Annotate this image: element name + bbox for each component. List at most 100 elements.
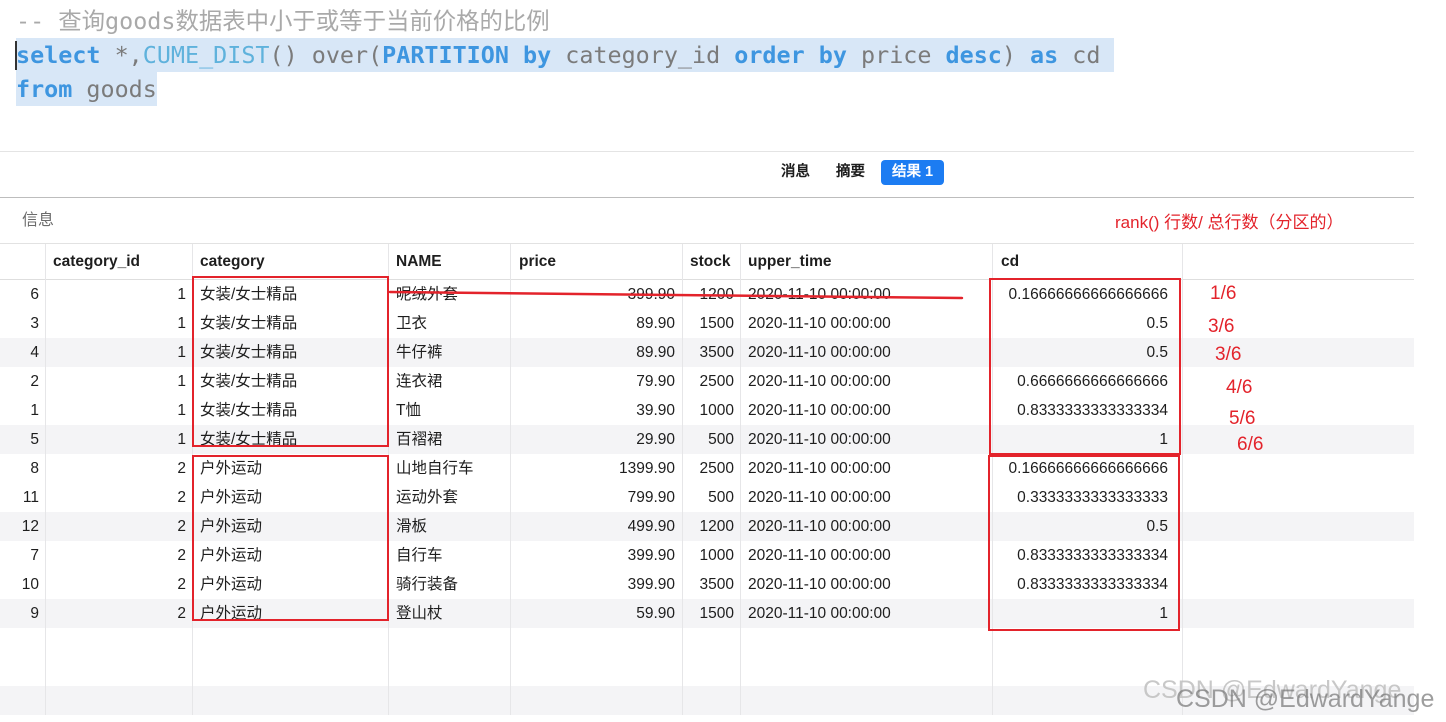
cell-category[interactable]: 女装/女士精品	[192, 396, 388, 425]
cell-cd[interactable]: 1	[992, 599, 1182, 628]
cell-name[interactable]: T恤	[388, 396, 510, 425]
cell-upper-time[interactable]: 2020-11-10 00:00:00	[740, 425, 992, 454]
cell-row-key[interactable]: 10	[0, 570, 45, 599]
cell-upper-time[interactable]: 2020-11-10 00:00:00	[740, 541, 992, 570]
table-row[interactable]: 6 1 女装/女士精品 呢绒外套 399.90 1200 2020-11-10 00:00:…	[0, 280, 1414, 309]
cell-cd[interactable]: 1	[992, 425, 1182, 454]
cell-row-key[interactable]: 8	[0, 454, 45, 483]
cell-cd[interactable]: 0.5	[992, 309, 1182, 338]
table-row[interactable]: 7 2 户外运动 自行车 399.90 1000 2020-11-10 00:00:00 0.…	[0, 541, 1414, 570]
cell-category-id[interactable]: 1	[45, 367, 192, 396]
table-row[interactable]: 9 2 户外运动 登山杖 59.90 1500 2020-11-10 00:00:00 1	[0, 599, 1414, 628]
cell-stock[interactable]: 1500	[682, 309, 740, 338]
cell-category-id[interactable]: 2	[45, 512, 192, 541]
code-line[interactable]: from goods	[16, 72, 157, 106]
cell-price[interactable]: 799.90	[510, 483, 682, 512]
cell-row-key[interactable]: 11	[0, 483, 45, 512]
cell-upper-time[interactable]: 2020-11-10 00:00:00	[740, 280, 992, 309]
tab-result-1[interactable]: 结果 1	[881, 160, 944, 185]
column-separator[interactable]	[992, 244, 993, 715]
table-row[interactable]: 4 1 女装/女士精品 牛仔裤 89.90 3500 2020-11-10 00:00:00…	[0, 338, 1414, 367]
cell-stock[interactable]: 3500	[682, 338, 740, 367]
cell-stock[interactable]: 1200	[682, 512, 740, 541]
cell-upper-time[interactable]: 2020-11-10 00:00:00	[740, 570, 992, 599]
table-row[interactable]: 1 1 女装/女士精品 T恤 39.90 1000 2020-11-10 00:00:00 0…	[0, 396, 1414, 425]
column-separator[interactable]	[388, 244, 389, 715]
cell-upper-time[interactable]: 2020-11-10 00:00:00	[740, 512, 992, 541]
cell-price[interactable]: 399.90	[510, 541, 682, 570]
cell-price[interactable]: 89.90	[510, 338, 682, 367]
cell-category-id[interactable]: 2	[45, 454, 192, 483]
sql-editor[interactable]: -- 查询goods数据表中小于或等于当前价格的比例 select *,CUME_…	[16, 4, 1216, 106]
cell-category[interactable]: 女装/女士精品	[192, 367, 388, 396]
cell-cd[interactable]: 0.16666666666666666	[992, 280, 1182, 309]
cell-category[interactable]: 女装/女士精品	[192, 338, 388, 367]
cell-category-id[interactable]: 1	[45, 396, 192, 425]
column-header-upper-time[interactable]: upper_time	[740, 244, 992, 279]
cell-name[interactable]: 山地自行车	[388, 454, 510, 483]
table-row[interactable]: 10 2 户外运动 骑行装备 399.90 3500 2020-11-10 00:00:00…	[0, 570, 1414, 599]
column-separator[interactable]	[1182, 244, 1183, 715]
column-header-category-id[interactable]: category_id	[45, 244, 192, 279]
cell-upper-time[interactable]: 2020-11-10 00:00:00	[740, 454, 992, 483]
column-separator[interactable]	[45, 244, 46, 715]
cell-cd[interactable]: 0.5	[992, 338, 1182, 367]
cell-category-id[interactable]: 1	[45, 425, 192, 454]
code-line[interactable]: -- 查询goods数据表中小于或等于当前价格的比例	[16, 4, 550, 38]
cell-row-key[interactable]: 7	[0, 541, 45, 570]
column-separator[interactable]	[192, 244, 193, 715]
cell-stock[interactable]: 1200	[682, 280, 740, 309]
column-header-stock[interactable]: stock	[682, 244, 740, 279]
cell-price[interactable]: 39.90	[510, 396, 682, 425]
cell-category[interactable]: 户外运动	[192, 483, 388, 512]
cell-category-id[interactable]: 1	[45, 309, 192, 338]
column-header-cd[interactable]: cd	[992, 244, 1182, 279]
cell-stock[interactable]: 2500	[682, 454, 740, 483]
table-row[interactable]: 2 1 女装/女士精品 连衣裙 79.90 2500 2020-11-10 00:00:00…	[0, 367, 1414, 396]
cell-row-key[interactable]: 1	[0, 396, 45, 425]
cell-row-key[interactable]: 5	[0, 425, 45, 454]
cell-category-id[interactable]: 2	[45, 541, 192, 570]
cell-upper-time[interactable]: 2020-11-10 00:00:00	[740, 483, 992, 512]
cell-category[interactable]: 户外运动	[192, 454, 388, 483]
table-row[interactable]: 11 2 户外运动 运动外套 799.90 500 2020-11-10 00:00:00 0…	[0, 483, 1414, 512]
cell-stock[interactable]: 1000	[682, 396, 740, 425]
cell-upper-time[interactable]: 2020-11-10 00:00:00	[740, 338, 992, 367]
cell-category[interactable]: 户外运动	[192, 512, 388, 541]
cell-row-key[interactable]: 12	[0, 512, 45, 541]
cell-price[interactable]: 29.90	[510, 425, 682, 454]
cell-cd[interactable]: 0.5	[992, 512, 1182, 541]
cell-category[interactable]: 女装/女士精品	[192, 309, 388, 338]
cell-price[interactable]: 399.90	[510, 570, 682, 599]
column-separator[interactable]	[510, 244, 511, 715]
cell-price[interactable]: 79.90	[510, 367, 682, 396]
cell-stock[interactable]: 2500	[682, 367, 740, 396]
column-header-price[interactable]: price	[510, 244, 682, 279]
cell-cd[interactable]: 0.6666666666666666	[992, 367, 1182, 396]
column-separator[interactable]	[740, 244, 741, 715]
code-line[interactable]: select *,CUME_DIST() over(PARTITION by c…	[16, 38, 1115, 72]
cell-row-key[interactable]: 3	[0, 309, 45, 338]
cell-price[interactable]: 89.90	[510, 309, 682, 338]
cell-cd[interactable]: 0.8333333333333334	[992, 396, 1182, 425]
cell-price[interactable]: 59.90	[510, 599, 682, 628]
cell-price[interactable]: 499.90	[510, 512, 682, 541]
cell-category[interactable]: 户外运动	[192, 599, 388, 628]
table-row[interactable]: 8 2 户外运动 山地自行车 1399.90 2500 2020-11-10 00:00:0…	[0, 454, 1414, 483]
cell-name[interactable]: 骑行装备	[388, 570, 510, 599]
cell-category-id[interactable]: 1	[45, 280, 192, 309]
tab-messages[interactable]: 消息	[781, 160, 810, 185]
cell-category[interactable]: 女装/女士精品	[192, 280, 388, 309]
cell-name[interactable]: 运动外套	[388, 483, 510, 512]
cell-stock[interactable]: 500	[682, 483, 740, 512]
cell-cd[interactable]: 0.3333333333333333	[992, 483, 1182, 512]
column-separator[interactable]	[682, 244, 683, 715]
cell-cd[interactable]: 0.16666666666666666	[992, 454, 1182, 483]
cell-row-key[interactable]: 4	[0, 338, 45, 367]
table-row[interactable]: 3 1 女装/女士精品 卫衣 89.90 1500 2020-11-10 00:00:00 0…	[0, 309, 1414, 338]
cell-stock[interactable]: 500	[682, 425, 740, 454]
result-grid[interactable]: category_id category NAME price stock upper_t…	[0, 244, 1414, 715]
cell-category-id[interactable]: 2	[45, 570, 192, 599]
cell-row-key[interactable]: 2	[0, 367, 45, 396]
cell-name[interactable]: 连衣裙	[388, 367, 510, 396]
